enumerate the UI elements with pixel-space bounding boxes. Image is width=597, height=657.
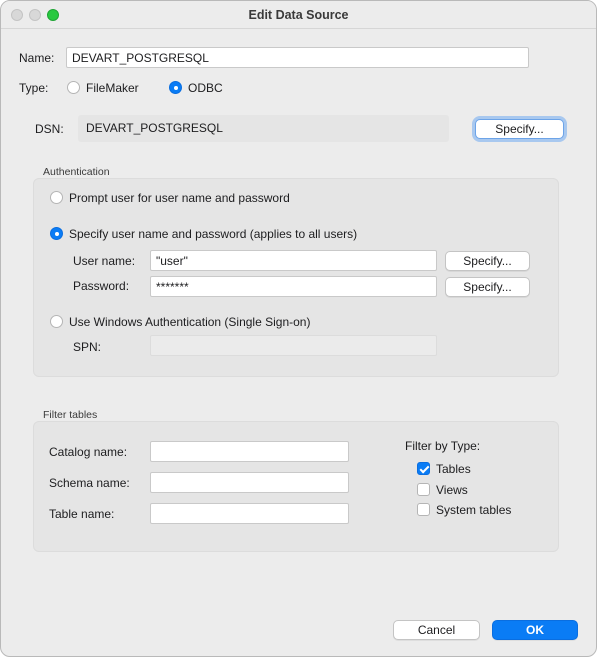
system-tables-checkbox-label[interactable]: System tables: [436, 503, 511, 517]
password-label: Password:: [73, 279, 130, 293]
filter-by-type-label: Filter by Type:: [405, 439, 481, 453]
type-filemaker-radio[interactable]: [67, 81, 80, 94]
tables-checkbox[interactable]: [417, 462, 430, 475]
window-title: Edit Data Source: [248, 8, 349, 22]
ok-button[interactable]: OK: [492, 620, 578, 640]
dsn-value: DEVART_POSTGRESQL: [78, 115, 449, 142]
system-tables-checkbox[interactable]: [417, 503, 430, 516]
specify-credentials-radio[interactable]: [50, 227, 63, 240]
cancel-button[interactable]: Cancel: [393, 620, 480, 640]
windows-auth-label[interactable]: Use Windows Authentication (Single Sign-…: [69, 315, 310, 329]
username-field[interactable]: "user": [150, 250, 437, 271]
type-odbc-radio[interactable]: [169, 81, 182, 94]
prompt-user-radio[interactable]: [50, 191, 63, 204]
schema-name-label: Schema name:: [49, 476, 130, 490]
spn-label: SPN:: [73, 340, 102, 354]
dsn-label: DSN:: [35, 122, 64, 136]
type-odbc-label[interactable]: ODBC: [188, 81, 223, 95]
prompt-user-label[interactable]: Prompt user for user name and password: [69, 191, 290, 205]
windows-auth-radio[interactable]: [50, 315, 63, 328]
specify-credentials-label[interactable]: Specify user name and password (applies …: [69, 227, 357, 241]
type-label: Type:: [19, 81, 49, 95]
edit-data-source-dialog: Edit Data Source Name: DEVART_POSTGRESQL…: [0, 0, 597, 657]
name-field[interactable]: DEVART_POSTGRESQL: [66, 47, 529, 68]
tables-checkbox-label[interactable]: Tables: [436, 462, 471, 476]
type-filemaker-label[interactable]: FileMaker: [86, 81, 139, 95]
name-label: Name:: [19, 51, 55, 65]
filter-tables-group-title: Filter tables: [43, 409, 98, 421]
views-checkbox[interactable]: [417, 483, 430, 496]
catalog-name-field[interactable]: [150, 441, 349, 462]
password-specify-button[interactable]: Specify...: [445, 277, 530, 297]
authentication-group-title: Authentication: [43, 166, 110, 178]
title-bar: Edit Data Source: [1, 1, 596, 29]
spn-field[interactable]: [150, 335, 437, 356]
username-specify-button[interactable]: Specify...: [445, 251, 530, 271]
catalog-name-label: Catalog name:: [49, 445, 128, 459]
schema-name-field[interactable]: [150, 472, 349, 493]
table-name-label: Table name:: [49, 507, 115, 521]
dsn-specify-button[interactable]: Specify...: [475, 119, 564, 139]
username-label: User name:: [73, 254, 136, 268]
table-name-field[interactable]: [150, 503, 349, 524]
views-checkbox-label[interactable]: Views: [436, 483, 468, 497]
password-field[interactable]: *******: [150, 276, 437, 297]
